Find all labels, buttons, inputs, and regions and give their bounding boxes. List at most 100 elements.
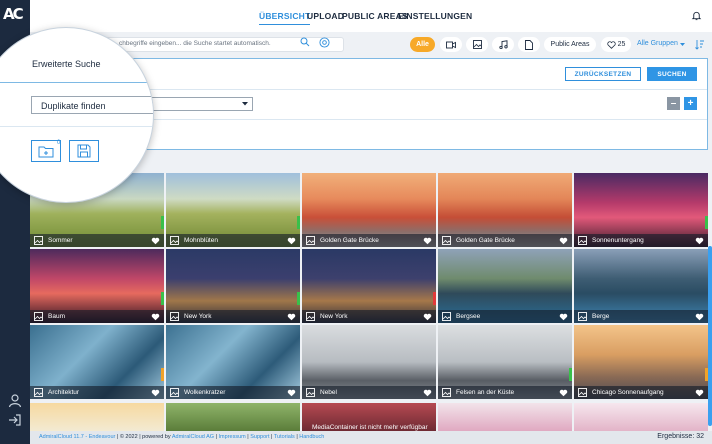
container-unavailable-text: MediaContainer ist nicht mehr verfügbar: [312, 424, 428, 431]
user-icon[interactable]: [7, 393, 23, 409]
logout-icon[interactable]: [7, 412, 23, 428]
thumbnail-partial[interactable]: [30, 403, 164, 431]
scrollbar[interactable]: [708, 246, 712, 426]
document-icon: [525, 39, 533, 50]
heart-icon[interactable]: [559, 237, 568, 245]
media-tile[interactable]: Golden Gate Brücke: [302, 173, 436, 247]
save-search-button[interactable]: [69, 140, 99, 162]
remove-criteria-button[interactable]: –: [667, 97, 680, 110]
search-placeholder: chbegriffe eingeben... die Suche startet…: [119, 40, 271, 47]
heart-icon[interactable]: [423, 237, 432, 245]
folder-count-badge: 0: [57, 140, 61, 146]
heart-icon[interactable]: [423, 313, 432, 321]
favorites-count: 25: [617, 41, 626, 48]
image-icon: [578, 388, 587, 397]
filter-all-button[interactable]: Alle: [410, 37, 435, 52]
music-icon: [498, 40, 508, 49]
image-icon: [442, 236, 451, 245]
image-icon: [170, 312, 179, 321]
search-settings-icon[interactable]: [319, 37, 330, 48]
support-link[interactable]: Support: [250, 434, 269, 440]
duplicates-select[interactable]: Duplikate finden: [31, 96, 153, 114]
filter-audio-button[interactable]: [492, 37, 514, 52]
chevron-down-icon: [242, 102, 248, 106]
filter-document-button[interactable]: [518, 37, 540, 52]
image-icon: [34, 388, 43, 397]
favorites-button[interactable]: 25: [601, 37, 631, 52]
media-tile[interactable]: New York: [166, 249, 300, 323]
tab-upload[interactable]: UPLOAD: [307, 11, 344, 21]
product-version: AdmiralCloud 11.7 - Endeavour: [39, 434, 116, 440]
tutorials-link[interactable]: Tutorials: [274, 434, 295, 440]
impressum-link[interactable]: Impressum: [219, 434, 246, 440]
status-indicator: [161, 292, 164, 305]
thumbnail-partial[interactable]: [166, 403, 300, 431]
status-indicator: [433, 292, 436, 305]
heart-icon[interactable]: [423, 389, 432, 397]
heart-icon[interactable]: [287, 237, 296, 245]
filter-video-button[interactable]: [440, 37, 462, 52]
chevron-down-icon: [680, 43, 685, 46]
media-tile[interactable]: Wolkenkratzer: [166, 325, 300, 399]
app-logo: AC: [3, 5, 24, 23]
tile-title: Sommer: [48, 237, 73, 244]
sort-icon[interactable]: [695, 39, 705, 50]
tile-title: Architektur: [48, 389, 80, 396]
tile-title: Nebel: [320, 389, 337, 396]
search-icon[interactable]: [300, 37, 310, 47]
media-tile[interactable]: Golden Gate Brücke: [438, 173, 572, 247]
image-icon: [442, 388, 451, 397]
media-tile[interactable]: Felsen an der Küste: [438, 325, 572, 399]
tile-title: Wolkenkratzer: [184, 389, 226, 396]
media-tile[interactable]: Architektur: [30, 325, 164, 399]
handbuch-link[interactable]: Handbuch: [299, 434, 324, 440]
heart-icon[interactable]: [151, 313, 160, 321]
bell-icon[interactable]: [691, 10, 702, 21]
media-tile[interactable]: Chicago Sonnenaufgang: [574, 325, 708, 399]
tile-title: Golden Gate Brücke: [320, 237, 379, 244]
heart-icon[interactable]: [287, 313, 296, 321]
groups-dropdown[interactable]: Alle Gruppen: [637, 40, 678, 47]
tile-title: Chicago Sonnenaufgang: [592, 389, 664, 396]
heart-icon[interactable]: [695, 389, 704, 397]
image-icon: [34, 236, 43, 245]
results-count: Ergebnisse: 32: [657, 433, 704, 440]
heart-icon[interactable]: [287, 389, 296, 397]
media-tile[interactable]: New York: [302, 249, 436, 323]
heart-icon[interactable]: [695, 313, 704, 321]
video-icon: [446, 41, 456, 48]
status-indicator: [161, 368, 164, 381]
add-criteria-button[interactable]: +: [684, 97, 697, 110]
criteria-select[interactable]: [144, 97, 253, 111]
tile-title: Bergsee: [456, 313, 481, 320]
tab-uebersicht[interactable]: ÜBERSICHT: [259, 11, 311, 25]
heart-icon[interactable]: [151, 389, 160, 397]
powered-by: powered by: [142, 434, 171, 440]
search-button[interactable]: SUCHEN: [647, 67, 697, 81]
media-tile[interactable]: Berge: [574, 249, 708, 323]
thumbnail-partial[interactable]: [574, 403, 708, 431]
media-tile[interactable]: Bergsee: [438, 249, 572, 323]
image-icon: [34, 312, 43, 321]
tile-title: Felsen an der Küste: [456, 389, 515, 396]
heart-outline-icon: [606, 40, 616, 49]
tile-title: Berge: [592, 313, 610, 320]
heart-icon[interactable]: [695, 237, 704, 245]
image-icon: [170, 236, 179, 245]
filter-public-areas-button[interactable]: Public Areas: [544, 37, 596, 52]
media-tile[interactable]: Mohnblüten: [166, 173, 300, 247]
tab-einstellungen[interactable]: EINSTELLUNGEN: [398, 11, 472, 21]
footer-links: AdmiralCloud 11.7 - Endeavour | © 2022 |…: [39, 434, 325, 440]
media-tile[interactable]: Baum: [30, 249, 164, 323]
image-icon: [306, 312, 315, 321]
heart-icon[interactable]: [559, 313, 568, 321]
media-tile[interactable]: Sonnenuntergang: [574, 173, 708, 247]
media-tile[interactable]: Nebel: [302, 325, 436, 399]
reset-button[interactable]: ZURÜCKSETZEN: [565, 67, 641, 81]
filter-image-button[interactable]: [466, 37, 488, 52]
thumbnail-partial[interactable]: [438, 403, 572, 431]
company-link[interactable]: AdmiralCloud AG: [172, 434, 214, 440]
heart-icon[interactable]: [559, 389, 568, 397]
heart-icon[interactable]: [151, 237, 160, 245]
duplicates-select-value: Duplikate finden: [41, 101, 106, 111]
